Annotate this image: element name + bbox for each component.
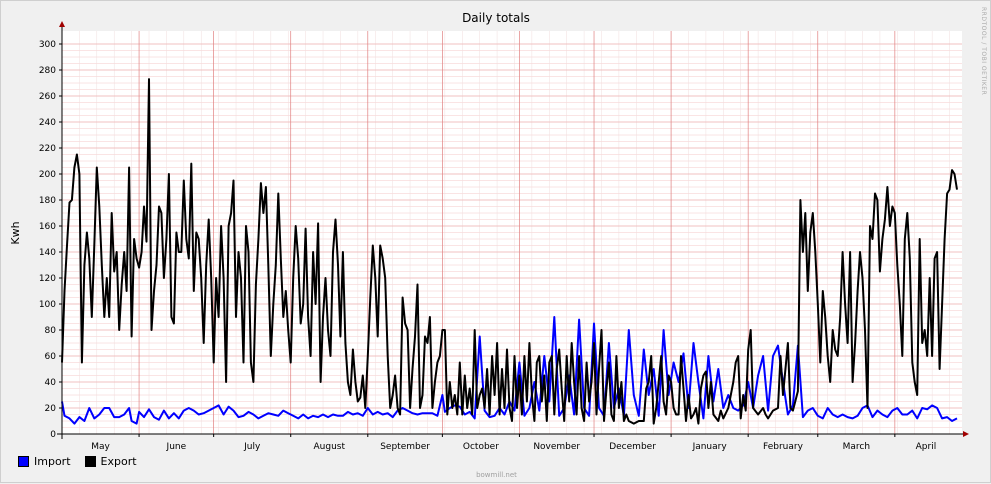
y-axis-arrow-icon [59, 21, 65, 27]
y-tick-label: 0 [50, 430, 56, 440]
x-tick-labels: May June July August September October Novembe… [91, 442, 936, 452]
x-tick-label: May [91, 442, 110, 452]
legend-item-export: Export [84, 455, 137, 468]
chart-frame: 0 20 40 60 80 100 120 140 160 180 200 220 240 260 280 3… [0, 0, 991, 483]
x-tick-label: February [763, 442, 804, 452]
y-tick-label: 220 [39, 144, 56, 154]
legend-item-import: Import [18, 455, 71, 468]
y-tick-label: 100 [39, 300, 56, 310]
x-tick-label: September [380, 442, 430, 452]
x-tick-label: January [692, 442, 728, 452]
x-tick-label: November [533, 442, 580, 452]
y-axis-label: Kwh [9, 221, 22, 244]
x-axis-arrow-icon [963, 431, 969, 437]
x-tick-label: December [609, 442, 656, 452]
chart-title: Daily totals [462, 11, 530, 25]
y-tick-label: 300 [39, 40, 56, 50]
y-tick-label: 280 [39, 66, 56, 76]
y-tick-label: 40 [45, 378, 57, 388]
y-tick-label: 180 [39, 196, 56, 206]
y-tick-label: 160 [39, 222, 56, 232]
y-tick-label: 240 [39, 118, 56, 128]
y-tick-label: 260 [39, 92, 56, 102]
legend-swatch-export [84, 456, 96, 467]
x-tick-label: August [314, 442, 346, 452]
y-tick-label: 200 [39, 170, 56, 180]
x-tick-label: October [463, 442, 499, 452]
footer-credit: bowmill.net [476, 471, 517, 479]
y-tick-label: 120 [39, 274, 56, 284]
legend-label-import: Import [34, 455, 71, 468]
x-tick-label: April [916, 442, 937, 452]
chart-canvas: 0 20 40 60 80 100 120 140 160 180 200 220 240 260 280 3… [9, 11, 969, 452]
y-tick-label: 140 [39, 248, 56, 258]
watermark: RRDTOOL / TOBI OETIKER [980, 7, 987, 96]
y-tick-label: 80 [45, 326, 57, 336]
legend-swatch-import [18, 456, 29, 467]
x-tick-label: June [166, 442, 187, 452]
legend: Import Export [18, 455, 137, 468]
y-tick-label: 60 [45, 352, 57, 362]
y-tick-labels: 0 20 40 60 80 100 120 140 160 180 200 220 240 260 280 3… [39, 40, 56, 440]
x-tick-label: March [843, 442, 870, 452]
x-tick-label: July [243, 442, 261, 452]
y-tick-label: 20 [45, 404, 57, 414]
legend-label-export: Export [100, 455, 137, 468]
